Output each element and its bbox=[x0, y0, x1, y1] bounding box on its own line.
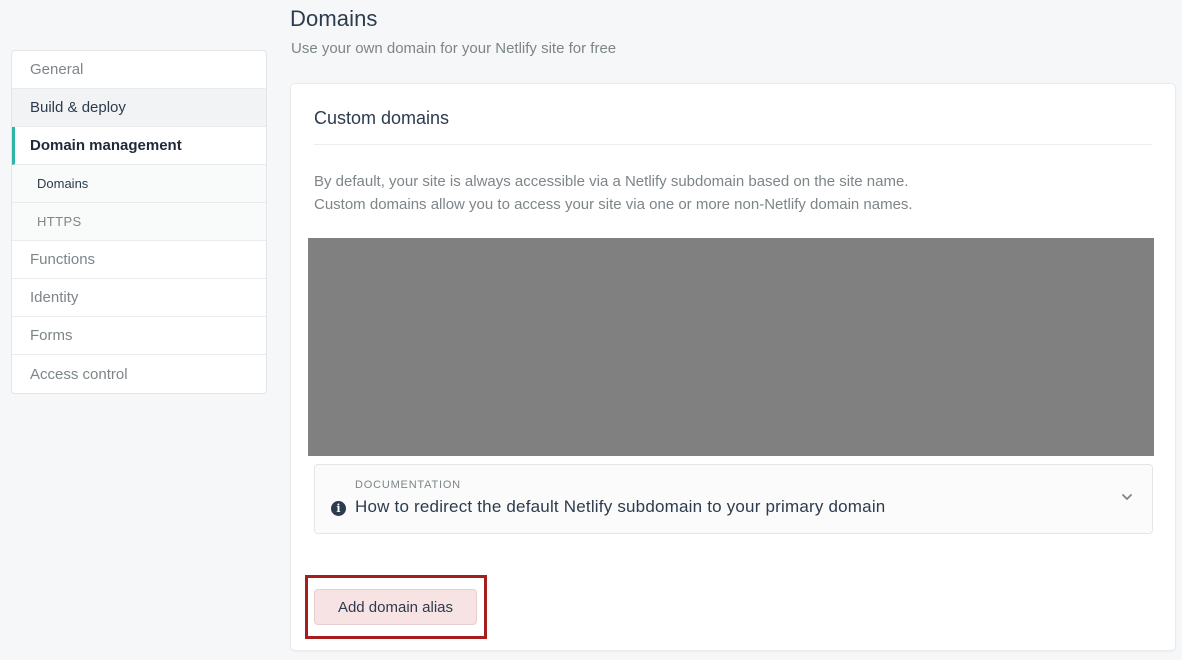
description-line-1: By default, your site is always accessib… bbox=[314, 173, 909, 190]
card-divider bbox=[314, 144, 1152, 145]
description-line-2: Custom domains allow you to access your … bbox=[314, 196, 913, 213]
page: Domains Use your own domain for your Net… bbox=[0, 0, 1182, 660]
custom-domains-card: Custom domains By default, your site is … bbox=[290, 83, 1176, 651]
documentation-link[interactable]: How to redirect the default Netlify subd… bbox=[355, 497, 885, 517]
page-title: Domains bbox=[290, 6, 378, 31]
sidebar-item-domain-management[interactable]: Domain management bbox=[12, 127, 266, 165]
add-domain-alias-button[interactable]: Add domain alias bbox=[314, 589, 477, 625]
info-icon: i bbox=[331, 501, 346, 516]
sidebar-item-build-deploy[interactable]: Build & deploy bbox=[12, 89, 266, 127]
page-subtitle: Use your own domain for your Netlify sit… bbox=[291, 40, 617, 57]
custom-domains-title: Custom domains bbox=[314, 108, 450, 128]
sidebar-subitem-https[interactable]: HTTPS bbox=[12, 203, 266, 241]
sidebar-item-functions[interactable]: Functions bbox=[12, 241, 266, 279]
sidebar-item-forms[interactable]: Forms bbox=[12, 317, 266, 355]
redacted-domain-list bbox=[308, 238, 1154, 456]
sidebar-item-access-control[interactable]: Access control bbox=[12, 355, 266, 393]
sidebar-subitem-domains[interactable]: Domains bbox=[12, 165, 266, 203]
chevron-down-icon[interactable] bbox=[1120, 490, 1134, 504]
settings-sidebar: General Build & deploy Domain management… bbox=[11, 50, 267, 394]
custom-domains-description: By default, your site is always accessib… bbox=[314, 170, 913, 216]
sidebar-item-general[interactable]: General bbox=[12, 51, 266, 89]
documentation-link-box[interactable]: DOCUMENTATION i How to redirect the defa… bbox=[314, 464, 1153, 534]
sidebar-item-identity[interactable]: Identity bbox=[12, 279, 266, 317]
documentation-kicker: DOCUMENTATION bbox=[355, 479, 461, 491]
